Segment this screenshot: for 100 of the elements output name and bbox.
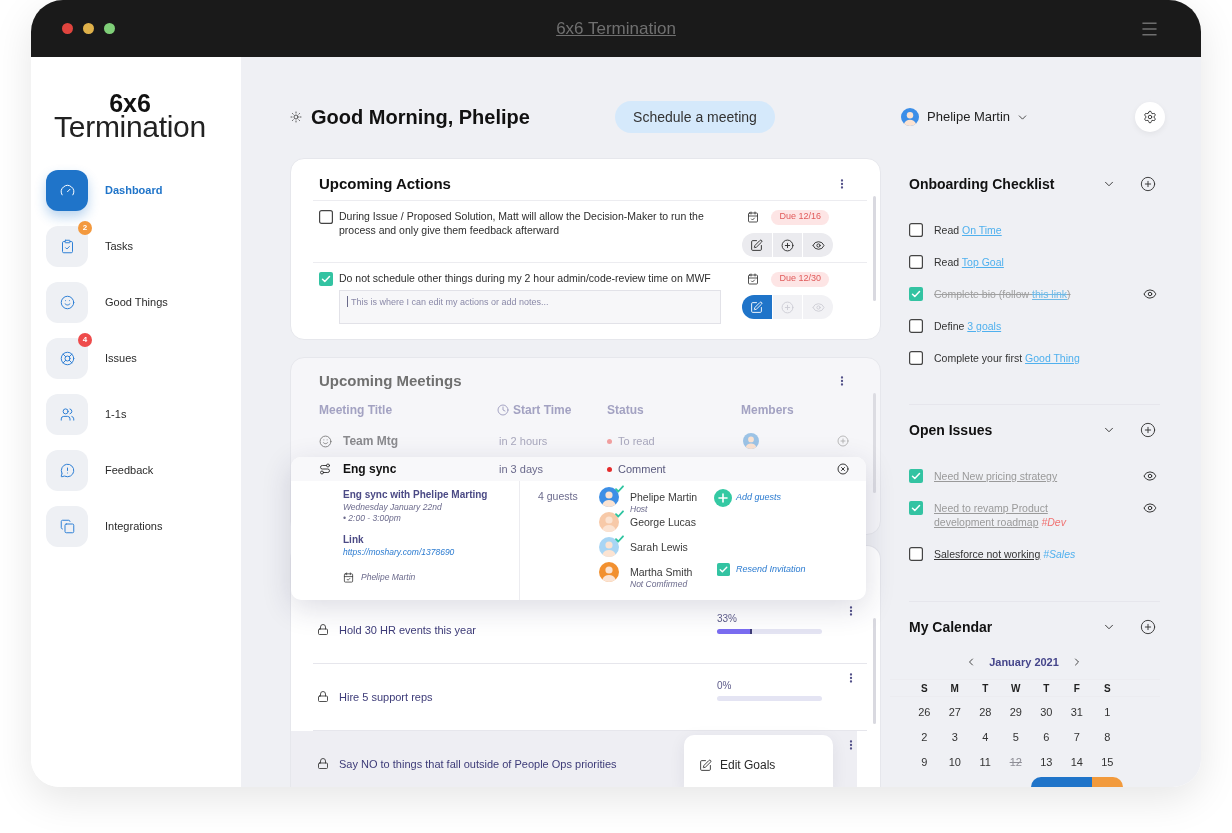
calendar-day[interactable]: 6 — [1043, 729, 1050, 746]
view-button[interactable] — [803, 233, 833, 257]
edit-button[interactable] — [742, 233, 772, 257]
edit-icon — [750, 300, 764, 314]
goal-title[interactable]: Say NO to things that fall outside of People Ops priorities — [339, 757, 617, 771]
checklist-item-text: Read On Time — [934, 223, 1002, 237]
sun-icon — [290, 111, 302, 123]
maximize-dot-icon[interactable] — [104, 23, 115, 34]
plus-circle-icon[interactable] — [1140, 176, 1156, 192]
calendar-day[interactable]: 4 — [982, 729, 989, 746]
checklist-item-text: Read Top Goal — [934, 255, 1004, 269]
meeting-link[interactable]: https://moshary.com/1378690 — [343, 547, 519, 558]
calendar-day[interactable]: 28 — [979, 704, 992, 721]
lifebuoy-icon — [46, 338, 88, 379]
goal-title[interactable]: Hold 30 HR events this year — [339, 623, 476, 637]
gauge-icon — [46, 170, 88, 211]
user-menu-button[interactable]: Phelipe Martin — [927, 107, 1030, 127]
calendar-icon — [343, 571, 354, 583]
calendar-day[interactable]: 11 — [979, 754, 991, 771]
checkbox[interactable] — [909, 501, 923, 515]
sidebar-item[interactable]: Dashboard — [46, 170, 163, 211]
sidebar-item[interactable]: Integrations — [46, 506, 163, 547]
sidebar-item[interactable]: Good Things — [46, 282, 168, 323]
eye-icon[interactable] — [1143, 469, 1157, 483]
settings-icon — [1143, 110, 1157, 124]
close-dot-icon[interactable] — [62, 23, 73, 34]
calendar-day[interactable]: 7 — [1073, 729, 1080, 746]
calendar-day[interactable]: 10 — [948, 754, 961, 771]
section-title: My Calendar — [909, 617, 993, 637]
goal-title[interactable]: Hire 5 support reps — [339, 690, 433, 704]
weekday-label: S — [920, 681, 928, 696]
scrollbar[interactable] — [873, 196, 876, 301]
meeting-organizer: Phelipe Martin — [361, 571, 416, 584]
checkbox[interactable] — [909, 255, 923, 269]
checklist-item-text: Complete bio (follow this link) — [934, 287, 1071, 301]
resend-invitation-link[interactable]: Resend Invitation — [736, 563, 806, 577]
calendar-day[interactable]: 27 — [948, 704, 961, 721]
status-dot-icon — [607, 466, 612, 472]
calendar-day[interactable]: 9 — [921, 754, 928, 771]
eye-icon[interactable] — [1143, 501, 1157, 515]
checkbox[interactable] — [909, 351, 923, 365]
plus-circle-icon[interactable] — [1140, 422, 1156, 438]
sidebar-item[interactable]: 1-1s — [46, 394, 127, 435]
calendar-day[interactable]: 13 — [1040, 754, 1053, 771]
plus-circle-icon[interactable] — [1140, 619, 1156, 635]
close-icon[interactable] — [837, 463, 849, 475]
calendar-day[interactable]: 30 — [1040, 704, 1053, 721]
add-guests-button[interactable]: Add guests — [714, 487, 806, 509]
calendar-day[interactable]: 31 — [1070, 704, 1083, 721]
checklist-item-text: Define 3 goals — [934, 319, 1002, 333]
checkbox[interactable] — [319, 272, 333, 286]
checkbox[interactable] — [319, 210, 333, 224]
calendar-day[interactable]: 15 — [1101, 754, 1114, 771]
add-button[interactable] — [772, 233, 803, 257]
checkbox[interactable] — [909, 319, 923, 333]
checkbox[interactable] — [909, 287, 923, 301]
meeting-date: Wednesday January 22nd — [343, 502, 443, 513]
text-caret-icon — [347, 296, 348, 307]
window-title: 6x6 Termination — [556, 17, 676, 40]
calendar-day[interactable]: 26 — [918, 704, 931, 721]
minimize-dot-icon[interactable] — [83, 23, 94, 34]
section-title: Open Issues — [909, 420, 993, 440]
sidebar-item[interactable]: Feedback — [46, 450, 154, 491]
calendar-day[interactable]: 3 — [951, 729, 958, 746]
progress-label: 0% — [717, 680, 733, 692]
guest-note: Host — [630, 504, 649, 514]
checkbox[interactable] — [909, 469, 923, 483]
edit-button[interactable] — [742, 295, 772, 319]
logo-wordmark: Termination — [54, 113, 206, 141]
route-icon — [319, 463, 331, 475]
checkbox[interactable] — [909, 547, 923, 561]
edit-icon — [699, 758, 712, 772]
schedule-meeting-button[interactable]: Schedule a meeting — [615, 101, 775, 133]
checkbox[interactable] — [909, 223, 923, 237]
member-avatar — [743, 433, 759, 449]
notes-field[interactable]: This is where I can edit my actions or add notes... — [339, 290, 721, 324]
calendar-day[interactable]: 29 — [1009, 704, 1022, 721]
eye-icon — [811, 300, 825, 314]
guest-note: Not Comfirmed — [630, 579, 689, 589]
guest-name: Phelipe Martin — [630, 490, 698, 504]
date-range-highlight[interactable] — [1031, 777, 1062, 787]
calendar-day[interactable]: 2 — [921, 729, 928, 746]
meeting-status: To read — [618, 433, 655, 449]
scrollbar[interactable] — [873, 618, 876, 724]
eye-icon[interactable] — [1143, 287, 1157, 301]
meeting-details-title: Eng sync with Phelipe Marting — [343, 488, 489, 502]
start-time: in 2 hours — [499, 433, 549, 449]
checkbox[interactable] — [717, 563, 730, 577]
settings-button[interactable] — [1135, 102, 1165, 132]
calendar-day[interactable]: 14 — [1070, 754, 1083, 771]
meeting-title[interactable]: Eng sync — [343, 460, 397, 478]
calendar-icon — [747, 211, 760, 223]
column-header: Members — [741, 402, 794, 419]
calendar-day[interactable]: 1 — [1104, 704, 1111, 721]
guest-name: Martha Smith — [630, 565, 693, 579]
menu-item[interactable]: Edit Goals — [684, 758, 776, 772]
calendar-day[interactable]: 5 — [1012, 729, 1019, 746]
logo-heading: 6x6 — [109, 93, 151, 113]
card-title: Upcoming Meetings — [319, 370, 462, 391]
calendar-day[interactable]: 8 — [1104, 729, 1111, 746]
